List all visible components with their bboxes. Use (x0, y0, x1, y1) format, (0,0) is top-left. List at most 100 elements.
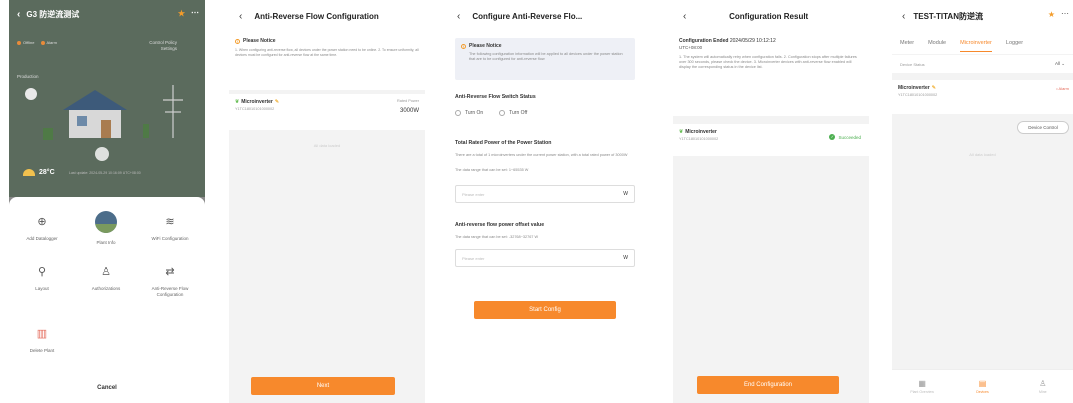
authorizations-button[interactable]: ♙ Authorizations (75, 265, 137, 292)
plant-title: G3 防逆流测试 (26, 9, 80, 19)
device-control-button[interactable]: Device Control (1017, 121, 1069, 134)
status-badge: ✓ Succeeded (829, 134, 861, 140)
result-summary: Configuration Ended 2024/05/29 10:12:12 … (673, 32, 869, 116)
nav-devices[interactable]: ▤ Devices (957, 379, 1007, 394)
offset-range: The data range that can be set: -32768~3… (455, 235, 539, 239)
offline-chip: Offline (17, 40, 35, 45)
anti-reverse-flow-screen: ‹ Anti-Reverse Flow Configuration ! Pleas… (229, 0, 425, 403)
turn-on-radio[interactable]: Turn On (455, 110, 483, 116)
add-icon: ⊕ (37, 216, 47, 228)
more-icon[interactable]: ⋯ (191, 8, 199, 17)
configuration-result-screen: ‹ Configuration Result Configuration End… (673, 0, 869, 403)
control-policy-link[interactable]: Control Policy Settings (133, 40, 177, 52)
notice-title: Please Notice (243, 38, 276, 44)
weather: 28°C (23, 169, 55, 176)
overview-icon: ▦ (918, 379, 926, 388)
timezone: UTC+08:00 (679, 45, 703, 50)
total-power-range: The data range that can be set: 1~65535 … (455, 168, 529, 172)
notice-text: 1. When configuring anti-reverse flow, a… (235, 48, 419, 57)
more-icon[interactable]: ⋯ (1061, 9, 1069, 18)
back-icon[interactable]: ‹ (902, 11, 905, 22)
plant-photo-icon (95, 211, 117, 233)
leaf-icon: ❦ (235, 99, 240, 105)
layout-icon: ⚲ (37, 266, 47, 278)
reverse-flow-icon: ⇄ (165, 266, 175, 278)
rated-power-value: 3000W (399, 108, 419, 114)
notice-panel: ! Please Notice The following configurati… (455, 38, 635, 80)
delete-plant-button[interactable]: ▥ Delete Plant (11, 327, 73, 354)
total-power-title: Total Rated Power of the Power Station (455, 140, 552, 146)
device-list-screen: ‹ TEST-TITAN防逆流 ★ ⋯ Meter Module Microin… (892, 0, 1073, 403)
tab-logger[interactable]: Logger (1006, 32, 1023, 54)
chevron-down-icon: ⌄ (1061, 61, 1065, 66)
status-chips: Offline Alarm (17, 40, 57, 45)
nav-plant-overview[interactable]: ▦ Plant Overview (897, 379, 947, 394)
alarm-chip: Alarm (40, 40, 57, 45)
ended-label: Configuration Ended (679, 38, 729, 44)
device-card[interactable]: Microinverter ✎ Y1TC18010101000002 • Alar… (892, 80, 1073, 114)
devices-icon: ▤ (978, 379, 987, 388)
end-configuration-button[interactable]: End Configuration (697, 376, 839, 394)
action-sheet: ⊕ Add Datalogger Plant Info ≋ WiFi Confi… (9, 197, 205, 403)
anti-reverse-flow-configuration-button[interactable]: ⇄ Anti-Reverse Flow Configuration (139, 265, 201, 298)
plant-menu-screen: ‹ G3 防逆流测试 ★ ⋯ Offline Alarm Control Pol… (9, 0, 205, 403)
device-name: Microinverter (241, 99, 273, 105)
start-config-button[interactable]: Start Config (474, 301, 616, 319)
page-title: Configure Anti-Reverse Flo... (472, 11, 583, 21)
leaf-icon: ❦ (679, 129, 684, 135)
edit-icon[interactable]: ✎ (932, 85, 936, 91)
back-icon[interactable]: ‹ (457, 11, 460, 22)
tab-microinverter[interactable]: Microinverter (960, 32, 992, 54)
cancel-button[interactable]: Cancel (9, 385, 205, 391)
page-title: Anti-Reverse Flow Configuration (254, 11, 379, 21)
rated-power-label: Rated Power (397, 99, 419, 103)
house-illustration (25, 85, 183, 140)
layout-button[interactable]: ⚲ Layout (11, 265, 73, 292)
notice-title: Please Notice (469, 43, 502, 49)
device-card[interactable]: ❦ Microinverter Y1TC18010101000002 ✓ Succe… (673, 124, 869, 156)
total-power-description: There are a total of 1 microinverters un… (455, 153, 628, 157)
offset-input[interactable]: Please enter W (455, 249, 635, 267)
page-title: TEST-TITAN防逆流 (913, 11, 983, 21)
plant-info-button[interactable]: Plant Info (75, 211, 137, 246)
notice-text: The following configuration information … (469, 52, 623, 61)
check-icon: ✓ (829, 134, 836, 140)
notice-panel: ! Please Notice 1. When configuring anti-… (229, 32, 425, 90)
device-name: Microinverter (898, 85, 930, 91)
no-more-data: All data loaded (969, 152, 996, 157)
meter-icon (95, 147, 109, 161)
back-icon[interactable]: ‹ (683, 11, 686, 22)
tab-meter[interactable]: Meter (900, 32, 914, 54)
next-button[interactable]: Next (251, 377, 395, 395)
warning-icon: ! (235, 38, 240, 44)
star-icon[interactable]: ★ (178, 9, 185, 18)
wifi-configuration-button[interactable]: ≋ WiFi Configuration (139, 215, 201, 242)
device-card[interactable]: ❦ Microinverter ✎ Y1TC18010101000002 Rated… (229, 94, 425, 130)
device-name: Microinverter (685, 129, 717, 135)
edit-icon[interactable]: ✎ (275, 99, 279, 105)
back-icon[interactable]: ‹ (239, 11, 242, 22)
mine-icon: ♙ (1039, 379, 1047, 388)
alarm-badge: • Alarm (1056, 86, 1069, 91)
user-icon: ♙ (101, 266, 111, 278)
total-power-input[interactable]: Please enter W (455, 185, 635, 203)
warning-icon: ! (461, 43, 466, 49)
turn-off-radio[interactable]: Turn Off (499, 110, 527, 116)
form-body (447, 32, 643, 403)
tab-module[interactable]: Module (928, 32, 946, 54)
header: ‹ Configuration Result (673, 0, 869, 32)
wifi-icon: ≋ (165, 216, 175, 228)
header: ‹ TEST-TITAN防逆流 ★ ⋯ (892, 0, 1073, 32)
no-more-data: All data loaded (313, 143, 341, 148)
add-datalogger-button[interactable]: ⊕ Add Datalogger (11, 215, 73, 242)
ended-time: 2024/05/29 10:12:12 (729, 38, 776, 44)
back-icon[interactable]: ‹ (17, 9, 20, 20)
header: ‹ Configure Anti-Reverse Flo... (447, 0, 643, 32)
nav-mine[interactable]: ♙ Mine (1018, 379, 1068, 394)
bottom-nav: ▦ Plant Overview ▤ Devices ♙ Mine (892, 369, 1073, 403)
device-serial: Y1TC18010101000002 (898, 93, 938, 97)
device-tabs: Meter Module Microinverter Logger (892, 32, 1073, 54)
device-serial: Y1TC18010101000002 (235, 107, 275, 111)
device-status-filter[interactable]: Device Status All ⌄ (892, 55, 1073, 73)
star-icon[interactable]: ★ (1048, 10, 1055, 19)
